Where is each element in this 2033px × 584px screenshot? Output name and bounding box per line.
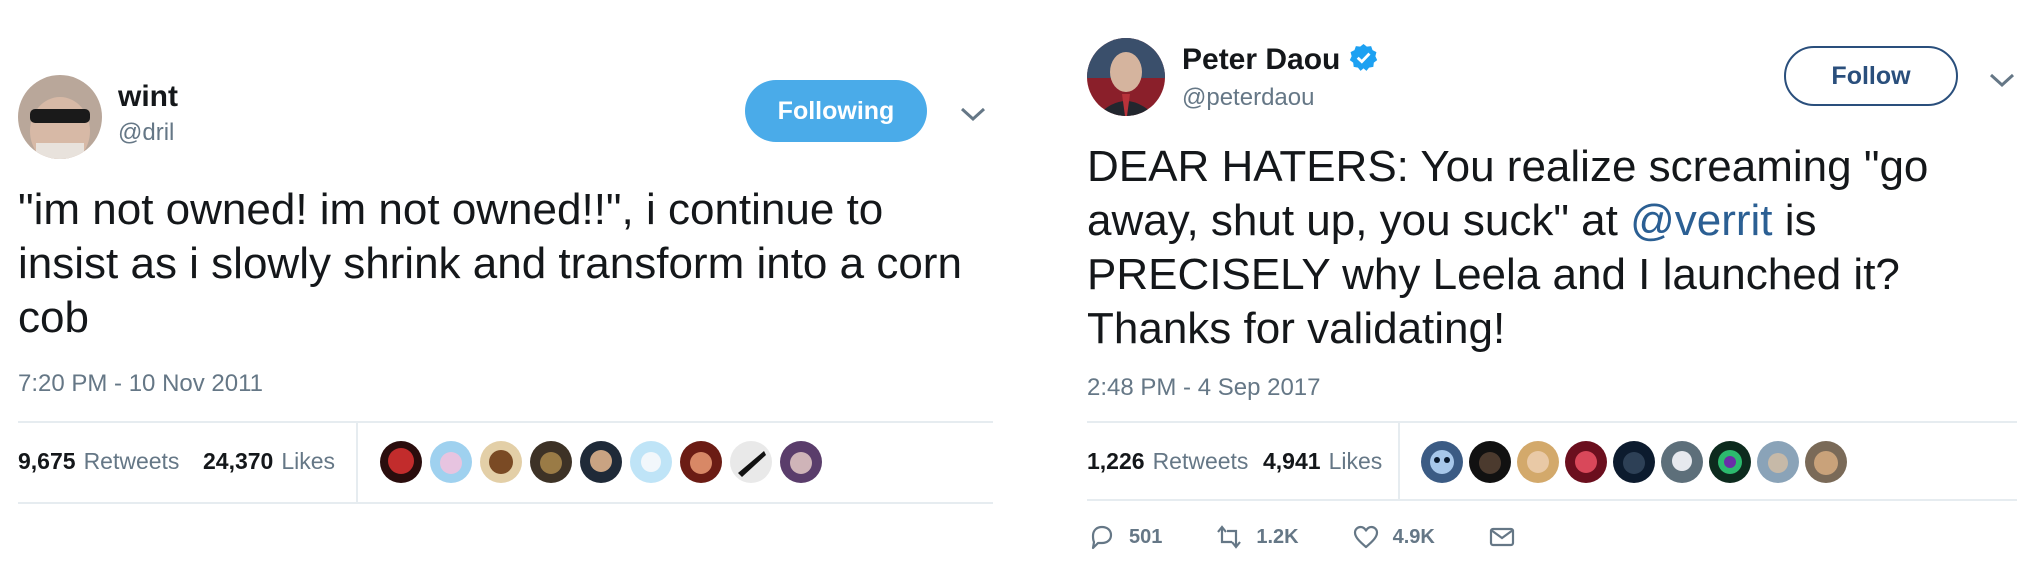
liker-avatar[interactable]: [780, 441, 822, 483]
tweet-card-dril: wint @dril Following "im not owned! im n…: [18, 0, 993, 584]
mention-link[interactable]: @verrit: [1630, 196, 1772, 245]
user-handle[interactable]: @peterdaou: [1182, 84, 1314, 112]
reply-action[interactable]: 501: [1087, 522, 1162, 552]
display-name[interactable]: wint: [118, 80, 178, 114]
verified-icon: [1350, 43, 1378, 71]
liker-avatars: [1421, 441, 1847, 483]
like-icon: [1353, 525, 1378, 549]
retweet-number: 1,226: [1087, 448, 1145, 474]
liker-avatar[interactable]: [1469, 441, 1511, 483]
retweet-label: Retweets: [83, 448, 180, 474]
like-count[interactable]: 4,941 Likes: [1263, 448, 1382, 475]
liker-avatar[interactable]: [680, 441, 722, 483]
like-count[interactable]: 24,370 Likes: [203, 448, 335, 475]
user-handle[interactable]: @dril: [118, 119, 174, 147]
divider: [18, 502, 993, 504]
follow-button[interactable]: Follow: [1784, 46, 1958, 106]
reply-count: 501: [1129, 525, 1163, 548]
tweet-card-peterdaou: Peter Daou @peterdaou Follow DEAR HATERS…: [1087, 0, 2017, 584]
timestamp[interactable]: 2:48 PM - 4 Sep 2017: [1087, 374, 1320, 402]
liker-avatar[interactable]: [530, 441, 572, 483]
tweet-text: DEAR HATERS: You realize screaming "go a…: [1087, 140, 2017, 356]
display-name-text: Peter Daou: [1182, 43, 1341, 76]
timestamp[interactable]: 7:20 PM - 10 Nov 2011: [18, 370, 263, 398]
retweet-icon: [1217, 525, 1242, 549]
tweet-actions: 501 1.2K 4.9K: [1087, 522, 1569, 552]
liker-avatar[interactable]: [580, 441, 622, 483]
divider: [1087, 421, 2017, 423]
liker-avatar[interactable]: [1757, 441, 1799, 483]
avatar[interactable]: [18, 75, 102, 159]
divider: [18, 421, 993, 423]
like-action[interactable]: 4.9K: [1351, 522, 1435, 552]
liker-avatars: [380, 441, 822, 483]
tweet-text: "im not owned! im not owned!!", i contin…: [18, 185, 962, 342]
liker-avatar[interactable]: [480, 441, 522, 483]
display-name[interactable]: Peter Daou: [1182, 42, 1379, 77]
liker-avatar[interactable]: [1421, 441, 1463, 483]
liker-avatar[interactable]: [1565, 441, 1607, 483]
direct-message-action[interactable]: [1487, 522, 1517, 552]
avatar[interactable]: [1087, 38, 1165, 116]
retweet-number: 9,675: [18, 448, 76, 474]
liker-avatar[interactable]: [1613, 441, 1655, 483]
like-action-count: 4.9K: [1392, 525, 1435, 548]
liker-avatar[interactable]: [1661, 441, 1703, 483]
retweet-action[interactable]: 1.2K: [1214, 522, 1299, 552]
message-icon: [1489, 527, 1514, 547]
like-number: 24,370: [203, 448, 274, 474]
liker-avatar[interactable]: [630, 441, 672, 483]
liker-avatar[interactable]: [380, 441, 422, 483]
retweet-count[interactable]: 9,675 Retweets: [18, 448, 179, 475]
like-label: Likes: [1328, 448, 1383, 474]
liker-avatar[interactable]: [730, 441, 772, 483]
chevron-down-icon[interactable]: [960, 106, 986, 122]
reply-icon: [1091, 525, 1113, 550]
liker-avatar[interactable]: [1805, 441, 1847, 483]
like-label: Likes: [281, 448, 336, 474]
liker-avatar[interactable]: [1517, 441, 1559, 483]
retweet-count[interactable]: 1,226 Retweets: [1087, 448, 1248, 475]
retweet-action-count: 1.2K: [1256, 525, 1299, 548]
liker-avatar[interactable]: [430, 441, 472, 483]
divider: [356, 421, 358, 503]
divider: [1087, 499, 2017, 501]
retweet-label: Retweets: [1152, 448, 1249, 474]
like-number: 4,941: [1263, 448, 1321, 474]
liker-avatar[interactable]: [1709, 441, 1751, 483]
chevron-down-icon[interactable]: [1989, 72, 2015, 88]
divider: [1398, 421, 1400, 501]
following-button[interactable]: Following: [745, 80, 927, 142]
